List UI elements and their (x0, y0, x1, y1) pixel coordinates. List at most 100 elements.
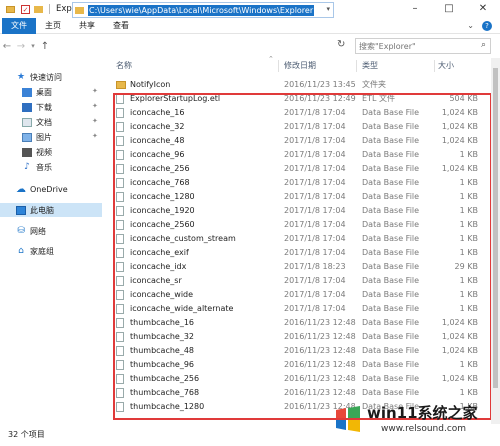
column-header-date[interactable]: 修改日期 (284, 58, 316, 74)
file-name: iconcache_768 (130, 178, 190, 187)
tab-home[interactable]: 主页 (36, 18, 70, 34)
file-name: thumbcache_48 (130, 346, 195, 355)
file-icon (116, 360, 124, 370)
table-row[interactable]: iconcache_sr 2017/1/8 17:04 Data Base File… (108, 274, 492, 288)
search-box[interactable]: ⌕ (355, 38, 491, 54)
maximize-button[interactable]: □ (432, 0, 466, 18)
back-arrow-icon[interactable]: ← (0, 41, 14, 52)
pin-icon[interactable]: ✦ (92, 102, 98, 110)
file-size: 1,024 KB (441, 332, 478, 341)
pin-icon[interactable]: ✦ (92, 117, 98, 125)
nav-label: OneDrive (30, 184, 68, 194)
nav-item-videos[interactable]: 视频 (0, 145, 108, 159)
address-dropdown-icon[interactable]: ▾ (326, 5, 330, 13)
forward-arrow-icon[interactable]: → (14, 41, 28, 52)
file-icon (116, 220, 124, 230)
table-row[interactable]: thumbcache_48 2016/11/23 12:48 Data Base F… (108, 344, 492, 358)
properties-icon[interactable]: ✓ (21, 4, 30, 14)
table-row[interactable]: NotifyIcon 2016/11/23 13:45 文件夹 (108, 78, 492, 92)
nav-quick-access[interactable]: ★ 快速访问 (0, 70, 108, 84)
refresh-icon[interactable]: ↻ (337, 39, 345, 50)
file-icon (116, 122, 124, 132)
nav-item-pictures[interactable]: 图片 ✦ (0, 130, 108, 144)
file-icon (116, 402, 124, 412)
nav-item-downloads[interactable]: 下载 ✦ (0, 100, 108, 114)
table-row[interactable]: ExplorerStartupLog.etl 2016/11/23 12:49 ET… (108, 92, 492, 106)
file-name: iconcache_256 (130, 164, 190, 173)
minimize-button[interactable]: – (398, 0, 432, 18)
search-icon[interactable]: ⌕ (481, 40, 486, 50)
file-name: NotifyIcon (130, 80, 171, 89)
table-row[interactable]: iconcache_idx 2017/1/8 18:23 Data Base Fil… (108, 260, 492, 274)
pin-icon[interactable]: ✦ (92, 87, 98, 95)
table-row[interactable]: thumbcache_256 2016/11/23 12:48 Data Base … (108, 372, 492, 386)
nav-item-documents[interactable]: 文档 ✦ (0, 115, 108, 129)
file-name: thumbcache_768 (130, 388, 200, 397)
nav-item-network[interactable]: ⛁ 网络 (0, 224, 108, 238)
table-row[interactable]: iconcache_48 2017/1/8 17:04 Data Base File… (108, 134, 492, 148)
file-size: 1 KB (459, 388, 478, 397)
file-type: Data Base File (362, 318, 420, 327)
nav-label: 图片 (36, 132, 52, 142)
column-divider[interactable] (434, 60, 435, 72)
file-date: 2017/1/8 17:04 (284, 178, 346, 187)
file-icon (116, 178, 124, 188)
up-arrow-icon[interactable]: ↑ (38, 41, 52, 52)
table-row[interactable]: iconcache_wide_alternate 2017/1/8 17:04 Da… (108, 302, 492, 316)
scrollbar-thumb[interactable] (493, 68, 498, 388)
file-icon (116, 318, 124, 328)
file-icon (116, 164, 124, 174)
table-row[interactable]: iconcache_16 2017/1/8 17:04 Data Base File… (108, 106, 492, 120)
nav-label: 桌面 (36, 87, 52, 97)
file-name: iconcache_48 (130, 136, 185, 145)
table-row[interactable]: iconcache_256 2017/1/8 17:04 Data Base Fil… (108, 162, 492, 176)
file-date: 2017/1/8 17:04 (284, 234, 346, 243)
help-icon[interactable]: ? (482, 21, 492, 31)
tab-file[interactable]: 文件 (2, 17, 36, 34)
nav-item-homegroup[interactable]: ⌂ 家庭组 (0, 244, 108, 258)
table-row[interactable]: iconcache_1920 2017/1/8 17:04 Data Base Fi… (108, 204, 492, 218)
ribbon-controls: ⌄ ? (467, 21, 492, 31)
nav-item-onedrive[interactable]: ☁ OneDrive (0, 182, 108, 196)
column-divider[interactable] (356, 60, 357, 72)
file-name: iconcache_32 (130, 122, 185, 131)
column-header-type[interactable]: 类型 (362, 58, 378, 74)
table-row[interactable]: iconcache_custom_stream 2017/1/8 17:04 Dat… (108, 232, 492, 246)
file-name: iconcache_exif (130, 248, 189, 257)
address-path[interactable]: C:\Users\wie\AppData\Local\Microsoft\Win… (88, 4, 315, 16)
tab-share[interactable]: 共享 (70, 18, 104, 34)
close-button[interactable]: ✕ (466, 0, 500, 18)
file-date: 2016/11/23 12:48 (284, 318, 356, 327)
pin-icon[interactable]: ✦ (92, 132, 98, 140)
table-row[interactable]: iconcache_96 2017/1/8 17:04 Data Base File… (108, 148, 492, 162)
file-name: iconcache_16 (130, 108, 185, 117)
table-row[interactable]: iconcache_wide 2017/1/8 17:04 Data Base Fi… (108, 288, 492, 302)
table-row[interactable]: iconcache_32 2017/1/8 17:04 Data Base File… (108, 120, 492, 134)
column-header-size[interactable]: 大小 (438, 58, 454, 74)
tab-view[interactable]: 查看 (104, 18, 138, 34)
nav-item-music[interactable]: ♪ 音乐 (0, 160, 108, 174)
table-row[interactable]: thumbcache_16 2016/11/23 12:48 Data Base F… (108, 316, 492, 330)
watermark-url: www.relsound.com (381, 424, 467, 434)
table-row[interactable]: thumbcache_768 2016/11/23 12:48 Data Base … (108, 386, 492, 400)
table-row[interactable]: iconcache_2560 2017/1/8 17:04 Data Base Fi… (108, 218, 492, 232)
nav-item-this-pc[interactable]: 此电脑 (0, 203, 102, 217)
expand-ribbon-icon[interactable]: ⌄ (467, 21, 474, 31)
table-row[interactable]: thumbcache_32 2016/11/23 12:48 Data Base F… (108, 330, 492, 344)
search-input[interactable] (356, 39, 471, 53)
column-divider[interactable] (278, 60, 279, 72)
table-row[interactable]: thumbcache_96 2016/11/23 12:48 Data Base F… (108, 358, 492, 372)
new-folder-icon[interactable] (34, 5, 43, 13)
file-type: Data Base File (362, 346, 420, 355)
address-bar[interactable]: C:\Users\wie\AppData\Local\Microsoft\Win… (72, 2, 334, 18)
recent-locations-icon[interactable]: ▾ (28, 42, 38, 50)
nav-item-desktop[interactable]: 桌面 ✦ (0, 85, 108, 99)
table-row[interactable]: iconcache_exif 2017/1/8 17:04 Data Base Fi… (108, 246, 492, 260)
vertical-scrollbar[interactable] (491, 58, 500, 424)
file-date: 2016/11/23 12:48 (284, 332, 356, 341)
column-header-name[interactable]: 名称 (116, 58, 132, 74)
nav-label: 快速访问 (30, 72, 62, 82)
table-row[interactable]: iconcache_1280 2017/1/8 17:04 Data Base Fi… (108, 190, 492, 204)
nav-label: 视频 (36, 147, 52, 157)
table-row[interactable]: iconcache_768 2017/1/8 17:04 Data Base Fil… (108, 176, 492, 190)
